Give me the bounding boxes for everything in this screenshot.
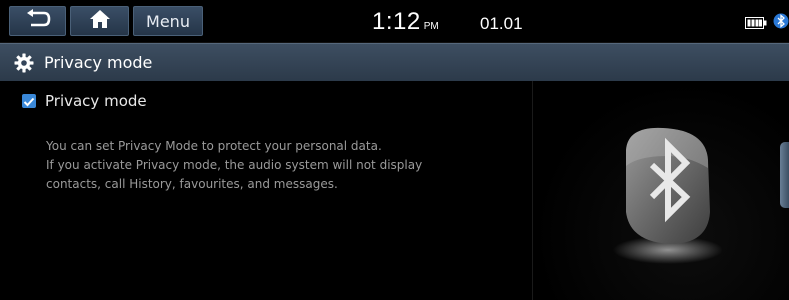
- home-button[interactable]: [70, 6, 129, 36]
- privacy-description: You can set Privacy Mode to protect your…: [46, 137, 422, 194]
- page-title: Privacy mode: [44, 53, 153, 72]
- side-panel-handle[interactable]: [780, 142, 789, 208]
- clock-time: 1:12: [372, 8, 421, 35]
- privacy-mode-checkbox[interactable]: [22, 94, 36, 108]
- status-icons: [745, 12, 789, 34]
- clock-ampm: PM: [423, 21, 439, 32]
- menu-button[interactable]: Menu: [133, 6, 203, 36]
- battery-icon: [745, 14, 767, 33]
- gear-icon: [14, 53, 34, 73]
- description-line: If you activate Privacy mode, the audio …: [46, 158, 423, 172]
- back-button[interactable]: [9, 6, 66, 36]
- description-line: contacts, call History, favourites, and …: [46, 177, 338, 191]
- home-icon: [89, 9, 111, 33]
- privacy-mode-label[interactable]: Privacy mode: [45, 92, 147, 110]
- bluetooth-icon: [773, 12, 789, 34]
- status-bar: Menu 1:12 PM 01.01: [0, 0, 789, 43]
- checkmark-icon: [22, 94, 36, 113]
- clock: 1:12 PM: [372, 8, 439, 36]
- description-line: You can set Privacy Mode to protect your…: [46, 139, 382, 153]
- back-arrow-icon: [25, 9, 51, 33]
- date: 01.01: [480, 14, 523, 33]
- bluetooth-illustration-icon: [608, 120, 728, 284]
- title-bar: Privacy mode: [0, 43, 789, 81]
- menu-label: Menu: [146, 11, 190, 31]
